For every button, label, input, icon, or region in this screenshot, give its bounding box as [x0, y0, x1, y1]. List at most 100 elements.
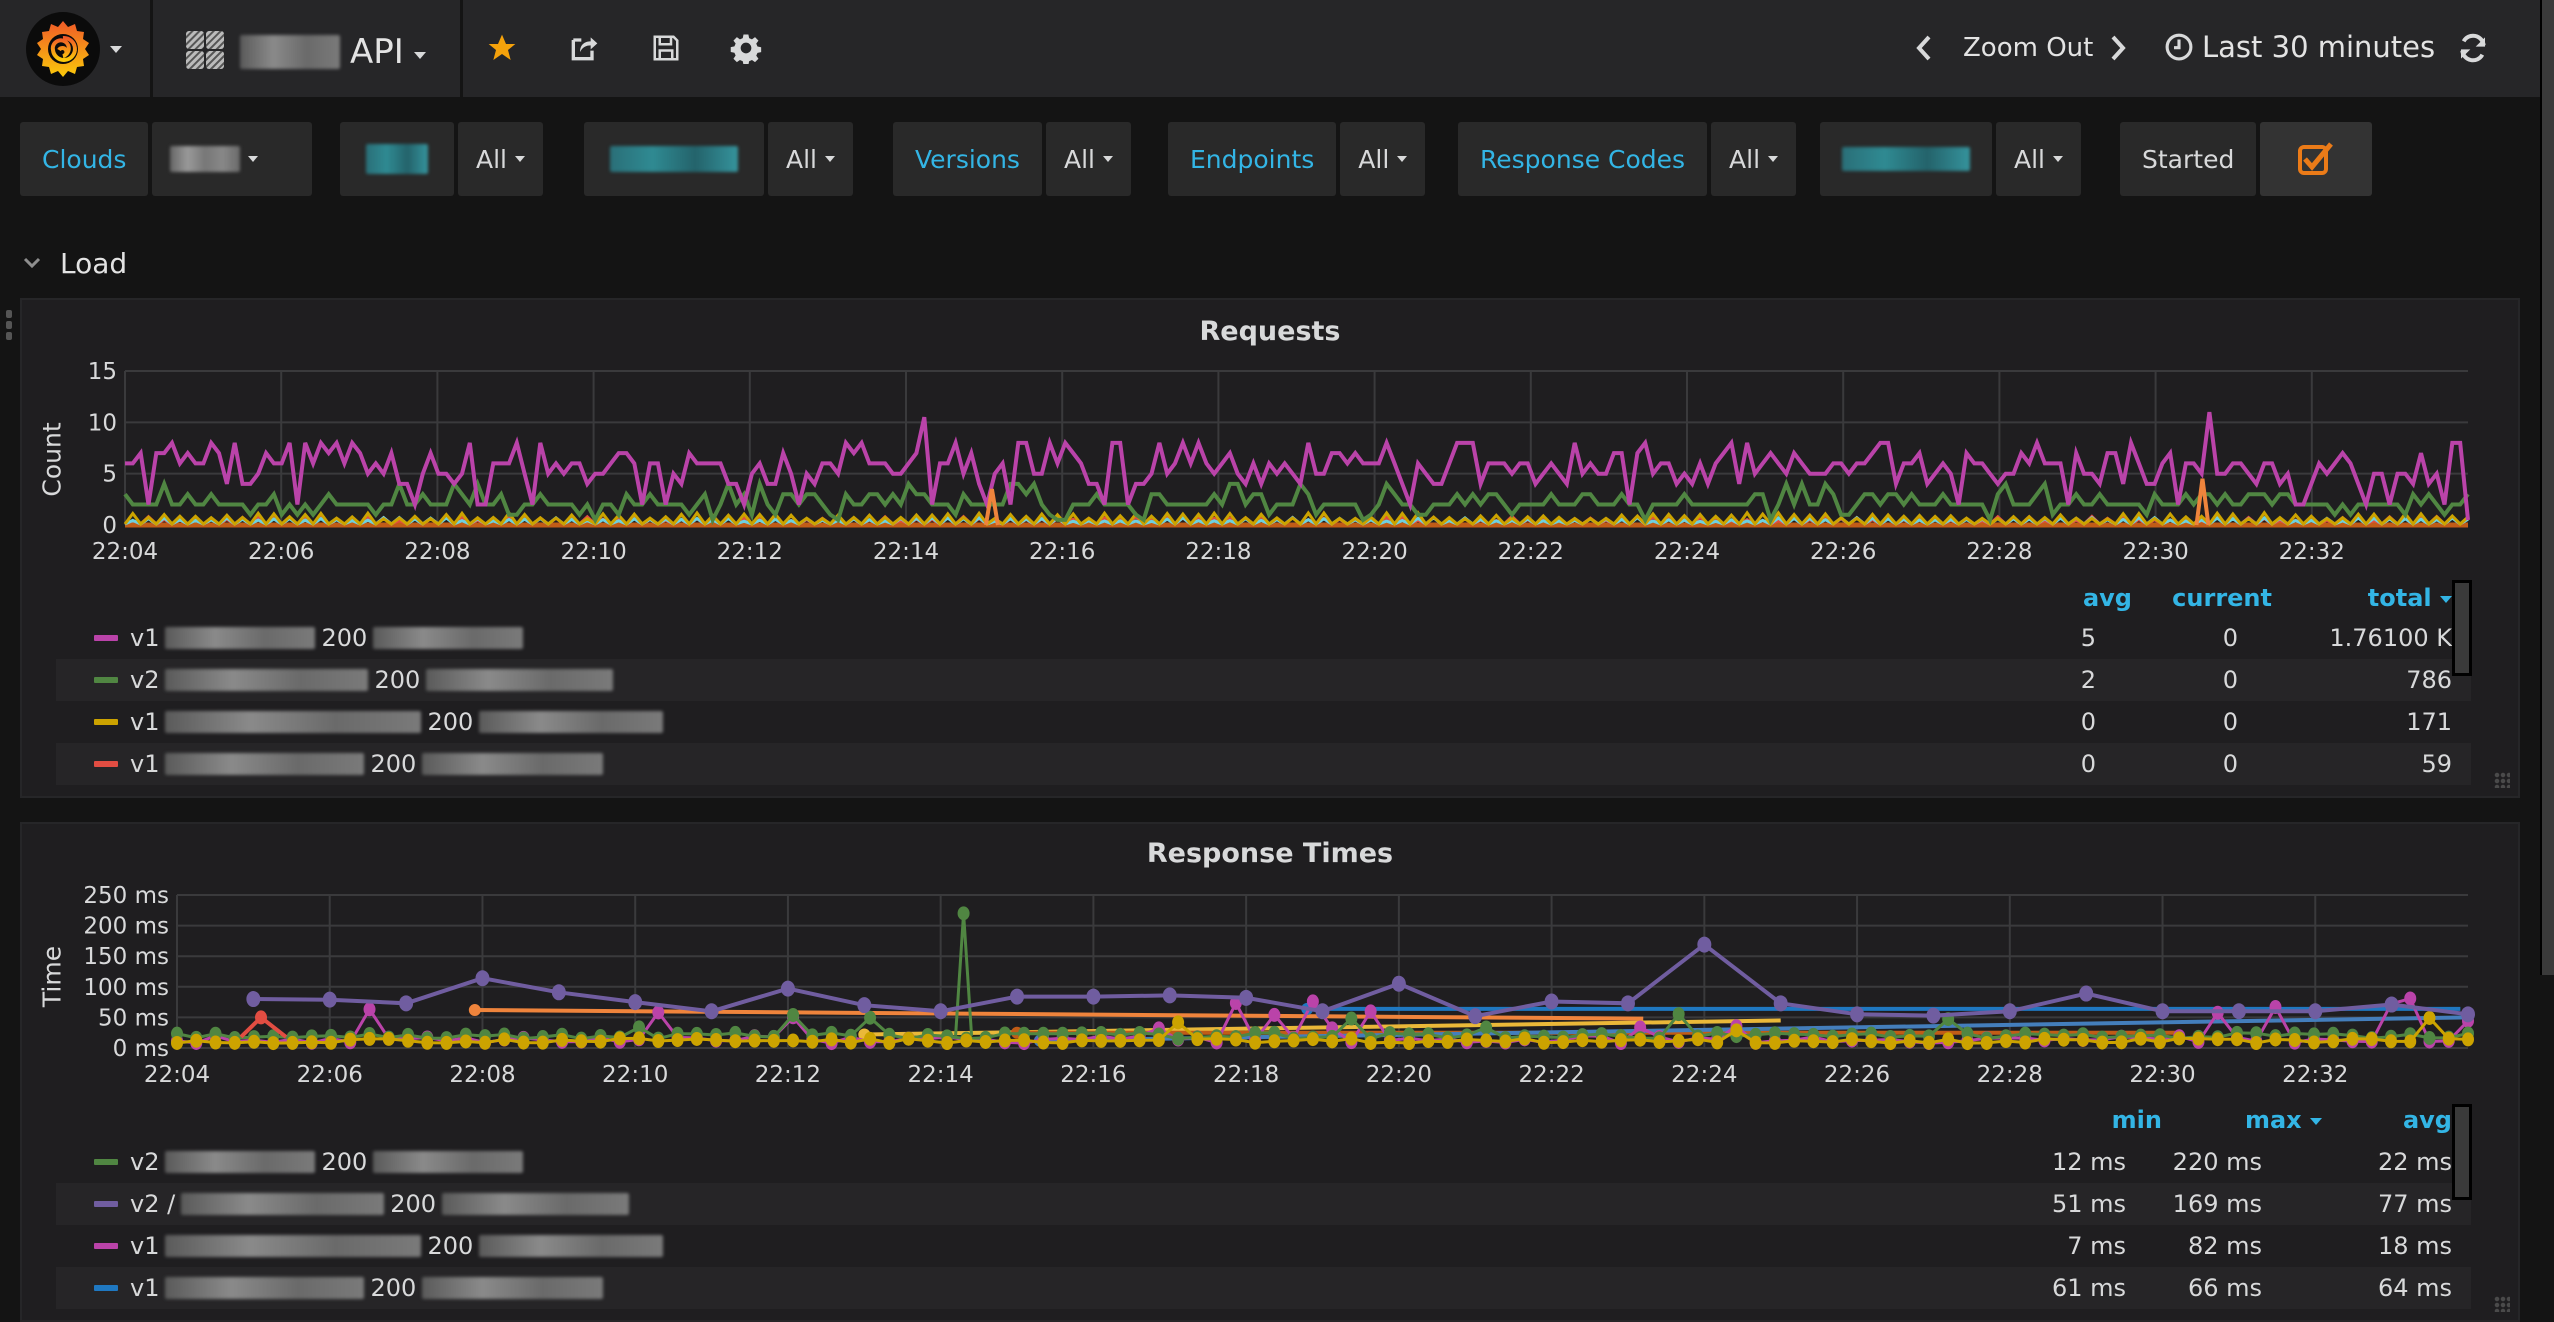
legend-item[interactable]: v1 200 61 ms 66 ms 64 ms	[56, 1267, 2471, 1309]
redacted-endpoint	[165, 1277, 365, 1299]
series-response-code: 200	[321, 624, 368, 652]
series-color-swatch[interactable]	[94, 635, 118, 641]
grafana-logo[interactable]	[26, 12, 100, 86]
series-line-yellow-point	[998, 1033, 1011, 1048]
y-tick-label: 5	[102, 462, 117, 488]
series-line-yellow-point	[941, 1036, 954, 1051]
series-line-purple-point	[322, 991, 337, 1008]
save-icon[interactable]	[648, 30, 684, 66]
redacted-endpoint	[165, 1151, 316, 1173]
filter-value-versions[interactable]: All	[1045, 122, 1131, 196]
page-scrollbar[interactable]	[2540, 0, 2554, 975]
filter-value-response-codes[interactable]: All	[1711, 122, 1797, 196]
series-color-swatch[interactable]	[94, 1285, 118, 1291]
series-color-swatch[interactable]	[94, 719, 118, 725]
series-line-yellow-point	[652, 1034, 665, 1049]
x-tick-label: 22:08	[404, 539, 470, 565]
series-line-purple-point	[1926, 1007, 1941, 1024]
legend-scrollbar[interactable]	[2452, 1104, 2472, 1200]
panel-resize-handle[interactable]	[2494, 1296, 2510, 1312]
started-checkbox[interactable]	[2260, 122, 2373, 196]
panel-response-times: Response Times Time 250 ms 200 ms 150 ms 10…	[20, 822, 2520, 1322]
series-color-swatch[interactable]	[94, 1159, 118, 1165]
redacted-endpoint	[165, 1235, 422, 1257]
y-tick-label: 150 ms	[83, 944, 169, 970]
legend-item[interactable]: v2 200 2 0 786	[56, 659, 2471, 701]
series-line-yellow-point	[671, 1033, 684, 1048]
x-tick-label: 22:06	[248, 539, 314, 565]
logo-menu-caret-icon[interactable]	[110, 46, 122, 53]
legend-item[interactable]: v1 200 0 0 171	[56, 701, 2471, 743]
series-line-yellow-point	[402, 1033, 415, 1048]
legend-item[interactable]: v1 200 0 0 59	[56, 743, 2471, 785]
chevron-down-icon	[248, 156, 259, 162]
filter-value-endpoints[interactable]: All	[1340, 122, 1426, 196]
legend-item[interactable]: v2 200 12 ms 220 ms 22 ms	[56, 1141, 2471, 1183]
series-line-yellow-point	[2230, 1032, 2243, 1047]
series-line-yellow-point	[2076, 1032, 2089, 1047]
series-response-code: 200	[390, 1190, 436, 1218]
legend-header-min[interactable]: min	[2082, 1106, 2162, 1134]
filter-label-redacted	[1820, 122, 1992, 196]
time-range-picker[interactable]: Last 30 minutes	[2164, 30, 2435, 64]
star-icon[interactable]	[484, 30, 520, 66]
filter-value-redacted-1[interactable]: All	[458, 122, 543, 196]
series-response-code: 200	[427, 708, 474, 736]
legend-value-min: 7 ms	[2067, 1232, 2126, 1260]
x-tick-label: 22:20	[1366, 1062, 1432, 1088]
filter-value-clouds[interactable]	[152, 122, 313, 196]
series-line-purple-point	[704, 1003, 719, 1020]
series-line-purple-point	[780, 980, 795, 997]
series-color-swatch[interactable]	[94, 761, 118, 767]
redacted-cloud	[422, 1277, 604, 1299]
chevron-left-icon[interactable]	[1906, 30, 1942, 66]
legend-item[interactable]: v1 200 7 ms 82 ms 18 ms	[56, 1225, 2471, 1267]
series-line-yellow-point	[1403, 1036, 1416, 1051]
zoom-out-button[interactable]: Zoom Out	[1963, 30, 2093, 66]
dashboard-picker[interactable]: API	[240, 32, 426, 72]
y-tick-label: 0 ms	[113, 1036, 169, 1062]
y-tick-label: 15	[88, 359, 117, 385]
filter-value-text: All	[1358, 144, 1390, 174]
series-color-swatch[interactable]	[94, 677, 118, 683]
series-line-yellow-point	[1595, 1034, 1608, 1049]
top-navbar: API Zoom Out Last 30 minutes	[0, 0, 2554, 99]
series-line-purple-point	[2002, 1003, 2017, 1020]
series-line-yellow-point	[729, 1034, 742, 1049]
share-icon[interactable]	[566, 30, 602, 66]
redacted-cloud	[442, 1193, 629, 1215]
started-label: Started	[2120, 122, 2257, 196]
legend-header-avg[interactable]: avg	[2352, 1106, 2452, 1134]
legend-scrollbar[interactable]	[2452, 580, 2472, 676]
legend-item[interactable]: v1 200 5 0 1.76100 K	[56, 617, 2471, 659]
series-line-yellow-point	[575, 1034, 588, 1049]
legend-header-max[interactable]: max	[2202, 1106, 2322, 1134]
series-line-yellow-point	[325, 1035, 338, 1050]
series-color-swatch[interactable]	[94, 1201, 118, 1207]
row-drag-handle[interactable]	[6, 310, 12, 340]
series-line-purple-point	[2155, 1003, 2170, 1020]
legend-header-current[interactable]: current	[2162, 584, 2272, 612]
legend-header-avg[interactable]: avg	[2052, 584, 2132, 612]
chevron-right-icon[interactable]	[2100, 30, 2136, 66]
filter-value-redacted-3[interactable]: All	[1996, 122, 2081, 196]
series-version: v2 /	[130, 1190, 176, 1218]
legend-value-min: 12 ms	[2051, 1148, 2126, 1176]
refresh-icon[interactable]	[2455, 30, 2491, 66]
row-header-load[interactable]: Load	[22, 243, 127, 283]
series-color-swatch[interactable]	[94, 1243, 118, 1249]
series-line-yellow-point	[305, 1035, 318, 1050]
legend-item[interactable]: v2 / 200 51 ms 169 ms 77 ms	[56, 1183, 2471, 1225]
legend-header-total[interactable]: total	[2322, 584, 2452, 612]
filter-value-redacted-2[interactable]: All	[768, 122, 853, 196]
series-line-yellow-point	[440, 1035, 453, 1050]
series-response-code: 200	[370, 1274, 417, 1302]
x-tick-label: 22:30	[2129, 1062, 2195, 1088]
series-line-yellow-point	[421, 1035, 434, 1050]
x-tick-label: 22:32	[2279, 539, 2345, 565]
series-line-yellow-point	[2346, 1031, 2359, 1046]
series-line-purple-point	[1086, 988, 1101, 1005]
filter-redacted-1: All	[340, 122, 543, 196]
gear-icon[interactable]	[728, 30, 764, 66]
panel-resize-handle[interactable]	[2494, 772, 2510, 788]
